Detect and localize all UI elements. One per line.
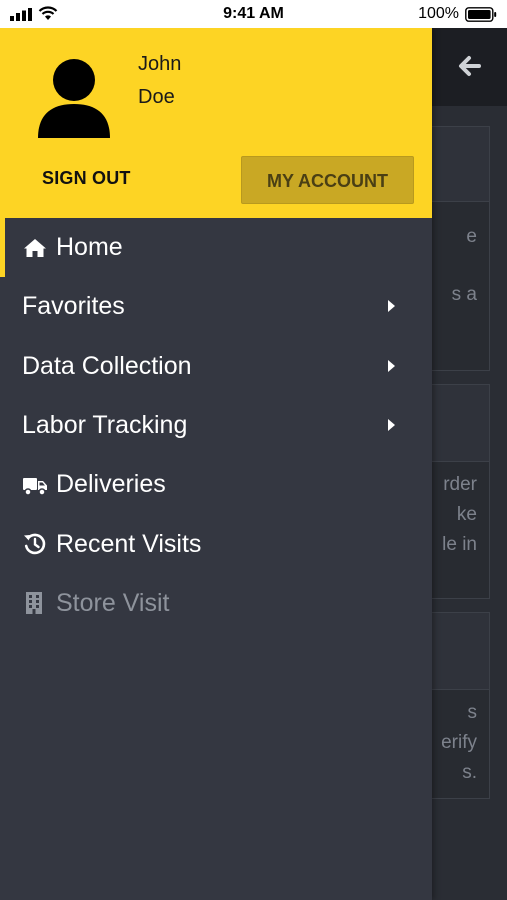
user-last-name: Doe xyxy=(138,86,175,108)
battery-icon xyxy=(465,7,497,22)
menu-item-label: Home xyxy=(56,233,123,262)
menu-item-label: Labor Tracking xyxy=(22,411,188,440)
drawer-header: John Doe SIGN OUT MY ACCOUNT xyxy=(0,28,432,218)
building-icon xyxy=(22,590,48,616)
user-name: John Doe xyxy=(138,48,181,114)
menu-item-label: Recent Visits xyxy=(56,529,202,558)
menu-item-recent-visits[interactable]: Recent Visits xyxy=(0,514,432,573)
my-account-button[interactable]: MY ACCOUNT xyxy=(241,156,414,204)
menu-item-labor-tracking[interactable]: Labor Tracking xyxy=(0,396,432,455)
home-icon xyxy=(22,235,48,261)
back-arrow-icon[interactable] xyxy=(455,52,483,80)
battery-percent: 100% xyxy=(418,5,459,22)
caret-right-icon xyxy=(388,300,395,313)
drawer-menu: Home Favorites Data Collection Labor Tra… xyxy=(0,218,432,633)
menu-item-deliveries[interactable]: Deliveries xyxy=(0,455,432,514)
menu-item-data-collection[interactable]: Data Collection xyxy=(0,337,432,396)
menu-item-label: Favorites xyxy=(22,292,125,321)
sign-out-button[interactable]: SIGN OUT xyxy=(42,168,131,189)
user-first-name: John xyxy=(138,53,182,75)
truck-icon xyxy=(22,472,48,498)
menu-item-label: Deliveries xyxy=(56,470,166,499)
menu-item-label: Data Collection xyxy=(22,351,192,380)
menu-item-label: Store Visit xyxy=(56,588,170,617)
history-icon xyxy=(22,531,48,557)
navigation-drawer: John Doe SIGN OUT MY ACCOUNT Home Favori… xyxy=(0,28,432,900)
avatar-icon xyxy=(38,59,110,138)
menu-item-store-visit[interactable]: Store Visit xyxy=(0,574,432,633)
caret-right-icon xyxy=(388,418,395,431)
menu-item-home[interactable]: Home xyxy=(0,218,432,278)
menu-item-favorites[interactable]: Favorites xyxy=(0,277,432,336)
caret-right-icon xyxy=(388,359,395,372)
status-bar: 9:41 AM 100% xyxy=(0,0,507,28)
